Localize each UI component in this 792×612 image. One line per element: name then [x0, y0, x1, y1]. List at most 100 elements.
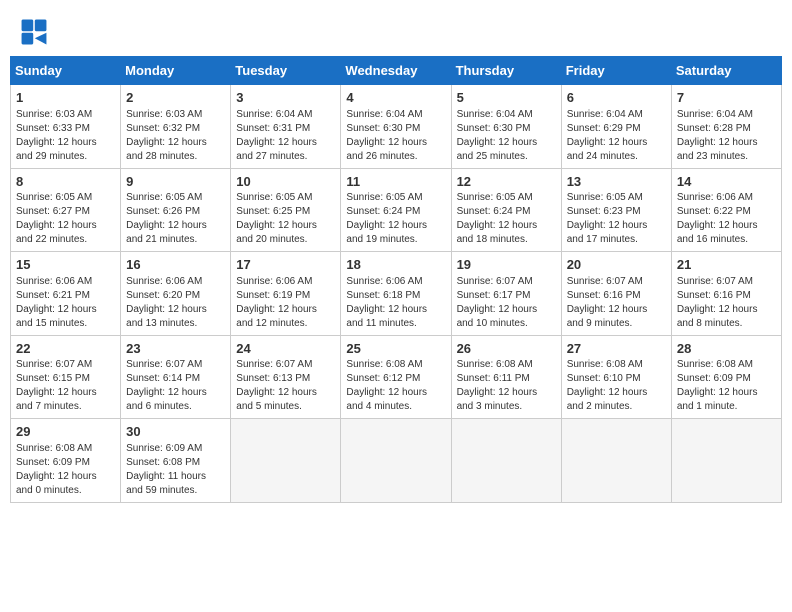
empty-cell — [671, 419, 781, 503]
day-number: 19 — [457, 256, 556, 274]
day-number: 15 — [16, 256, 115, 274]
day-info: Sunrise: 6:07 AM Sunset: 6:13 PM Dayligh… — [236, 358, 335, 414]
day-cell-24: 24Sunrise: 6:07 AM Sunset: 6:13 PM Dayli… — [231, 335, 341, 419]
day-info: Sunrise: 6:06 AM Sunset: 6:21 PM Dayligh… — [16, 275, 115, 331]
day-number: 22 — [16, 340, 115, 358]
day-cell-15: 15Sunrise: 6:06 AM Sunset: 6:21 PM Dayli… — [11, 252, 121, 336]
calendar-week-row: 29Sunrise: 6:08 AM Sunset: 6:09 PM Dayli… — [11, 419, 782, 503]
day-info: Sunrise: 6:04 AM Sunset: 6:29 PM Dayligh… — [567, 108, 666, 164]
day-cell-18: 18Sunrise: 6:06 AM Sunset: 6:18 PM Dayli… — [341, 252, 451, 336]
day-cell-5: 5Sunrise: 6:04 AM Sunset: 6:30 PM Daylig… — [451, 85, 561, 169]
day-info: Sunrise: 6:04 AM Sunset: 6:31 PM Dayligh… — [236, 108, 335, 164]
page-header — [10, 10, 782, 50]
day-info: Sunrise: 6:06 AM Sunset: 6:19 PM Dayligh… — [236, 275, 335, 331]
empty-cell — [451, 419, 561, 503]
day-cell-3: 3Sunrise: 6:04 AM Sunset: 6:31 PM Daylig… — [231, 85, 341, 169]
calendar-table: SundayMondayTuesdayWednesdayThursdayFrid… — [10, 56, 782, 503]
day-cell-14: 14Sunrise: 6:06 AM Sunset: 6:22 PM Dayli… — [671, 168, 781, 252]
day-number: 10 — [236, 173, 335, 191]
day-number: 21 — [677, 256, 776, 274]
calendar-week-row: 22Sunrise: 6:07 AM Sunset: 6:15 PM Dayli… — [11, 335, 782, 419]
calendar-week-row: 15Sunrise: 6:06 AM Sunset: 6:21 PM Dayli… — [11, 252, 782, 336]
day-info: Sunrise: 6:09 AM Sunset: 6:08 PM Dayligh… — [126, 442, 225, 498]
calendar-header-sunday: Sunday — [11, 57, 121, 85]
empty-cell — [561, 419, 671, 503]
day-number: 25 — [346, 340, 445, 358]
day-cell-1: 1Sunrise: 6:03 AM Sunset: 6:33 PM Daylig… — [11, 85, 121, 169]
day-info: Sunrise: 6:04 AM Sunset: 6:30 PM Dayligh… — [346, 108, 445, 164]
day-cell-29: 29Sunrise: 6:08 AM Sunset: 6:09 PM Dayli… — [11, 419, 121, 503]
calendar-header-wednesday: Wednesday — [341, 57, 451, 85]
day-number: 7 — [677, 89, 776, 107]
day-cell-11: 11Sunrise: 6:05 AM Sunset: 6:24 PM Dayli… — [341, 168, 451, 252]
day-info: Sunrise: 6:05 AM Sunset: 6:23 PM Dayligh… — [567, 191, 666, 247]
day-number: 4 — [346, 89, 445, 107]
day-info: Sunrise: 6:08 AM Sunset: 6:11 PM Dayligh… — [457, 358, 556, 414]
day-cell-30: 30Sunrise: 6:09 AM Sunset: 6:08 PM Dayli… — [121, 419, 231, 503]
day-number: 24 — [236, 340, 335, 358]
day-cell-9: 9Sunrise: 6:05 AM Sunset: 6:26 PM Daylig… — [121, 168, 231, 252]
day-cell-17: 17Sunrise: 6:06 AM Sunset: 6:19 PM Dayli… — [231, 252, 341, 336]
day-info: Sunrise: 6:08 AM Sunset: 6:09 PM Dayligh… — [677, 358, 776, 414]
page-container: SundayMondayTuesdayWednesdayThursdayFrid… — [10, 10, 782, 503]
day-number: 6 — [567, 89, 666, 107]
calendar-header-tuesday: Tuesday — [231, 57, 341, 85]
empty-cell — [341, 419, 451, 503]
day-number: 8 — [16, 173, 115, 191]
day-cell-6: 6Sunrise: 6:04 AM Sunset: 6:29 PM Daylig… — [561, 85, 671, 169]
day-number: 12 — [457, 173, 556, 191]
day-info: Sunrise: 6:07 AM Sunset: 6:16 PM Dayligh… — [567, 275, 666, 331]
day-cell-21: 21Sunrise: 6:07 AM Sunset: 6:16 PM Dayli… — [671, 252, 781, 336]
day-cell-20: 20Sunrise: 6:07 AM Sunset: 6:16 PM Dayli… — [561, 252, 671, 336]
calendar-header-saturday: Saturday — [671, 57, 781, 85]
calendar-header-friday: Friday — [561, 57, 671, 85]
day-info: Sunrise: 6:04 AM Sunset: 6:28 PM Dayligh… — [677, 108, 776, 164]
day-number: 9 — [126, 173, 225, 191]
day-info: Sunrise: 6:07 AM Sunset: 6:16 PM Dayligh… — [677, 275, 776, 331]
logo — [20, 18, 52, 46]
day-cell-16: 16Sunrise: 6:06 AM Sunset: 6:20 PM Dayli… — [121, 252, 231, 336]
day-number: 26 — [457, 340, 556, 358]
calendar-header-thursday: Thursday — [451, 57, 561, 85]
day-cell-13: 13Sunrise: 6:05 AM Sunset: 6:23 PM Dayli… — [561, 168, 671, 252]
day-number: 11 — [346, 173, 445, 191]
day-number: 18 — [346, 256, 445, 274]
day-info: Sunrise: 6:07 AM Sunset: 6:15 PM Dayligh… — [16, 358, 115, 414]
day-info: Sunrise: 6:08 AM Sunset: 6:09 PM Dayligh… — [16, 442, 115, 498]
day-info: Sunrise: 6:08 AM Sunset: 6:10 PM Dayligh… — [567, 358, 666, 414]
day-info: Sunrise: 6:05 AM Sunset: 6:27 PM Dayligh… — [16, 191, 115, 247]
day-info: Sunrise: 6:04 AM Sunset: 6:30 PM Dayligh… — [457, 108, 556, 164]
day-number: 30 — [126, 423, 225, 441]
day-number: 5 — [457, 89, 556, 107]
calendar-week-row: 8Sunrise: 6:05 AM Sunset: 6:27 PM Daylig… — [11, 168, 782, 252]
day-info: Sunrise: 6:06 AM Sunset: 6:18 PM Dayligh… — [346, 275, 445, 331]
day-cell-19: 19Sunrise: 6:07 AM Sunset: 6:17 PM Dayli… — [451, 252, 561, 336]
calendar-week-row: 1Sunrise: 6:03 AM Sunset: 6:33 PM Daylig… — [11, 85, 782, 169]
day-number: 17 — [236, 256, 335, 274]
day-info: Sunrise: 6:07 AM Sunset: 6:17 PM Dayligh… — [457, 275, 556, 331]
day-info: Sunrise: 6:03 AM Sunset: 6:32 PM Dayligh… — [126, 108, 225, 164]
day-info: Sunrise: 6:06 AM Sunset: 6:22 PM Dayligh… — [677, 191, 776, 247]
day-number: 20 — [567, 256, 666, 274]
day-number: 3 — [236, 89, 335, 107]
day-cell-4: 4Sunrise: 6:04 AM Sunset: 6:30 PM Daylig… — [341, 85, 451, 169]
day-cell-10: 10Sunrise: 6:05 AM Sunset: 6:25 PM Dayli… — [231, 168, 341, 252]
day-number: 14 — [677, 173, 776, 191]
calendar-header-row: SundayMondayTuesdayWednesdayThursdayFrid… — [11, 57, 782, 85]
calendar-header-monday: Monday — [121, 57, 231, 85]
day-number: 1 — [16, 89, 115, 107]
day-cell-8: 8Sunrise: 6:05 AM Sunset: 6:27 PM Daylig… — [11, 168, 121, 252]
day-info: Sunrise: 6:06 AM Sunset: 6:20 PM Dayligh… — [126, 275, 225, 331]
day-number: 23 — [126, 340, 225, 358]
day-info: Sunrise: 6:05 AM Sunset: 6:24 PM Dayligh… — [457, 191, 556, 247]
day-number: 13 — [567, 173, 666, 191]
logo-icon — [20, 18, 48, 46]
day-info: Sunrise: 6:07 AM Sunset: 6:14 PM Dayligh… — [126, 358, 225, 414]
day-cell-25: 25Sunrise: 6:08 AM Sunset: 6:12 PM Dayli… — [341, 335, 451, 419]
day-cell-12: 12Sunrise: 6:05 AM Sunset: 6:24 PM Dayli… — [451, 168, 561, 252]
day-cell-2: 2Sunrise: 6:03 AM Sunset: 6:32 PM Daylig… — [121, 85, 231, 169]
day-cell-22: 22Sunrise: 6:07 AM Sunset: 6:15 PM Dayli… — [11, 335, 121, 419]
empty-cell — [231, 419, 341, 503]
day-number: 27 — [567, 340, 666, 358]
day-info: Sunrise: 6:08 AM Sunset: 6:12 PM Dayligh… — [346, 358, 445, 414]
